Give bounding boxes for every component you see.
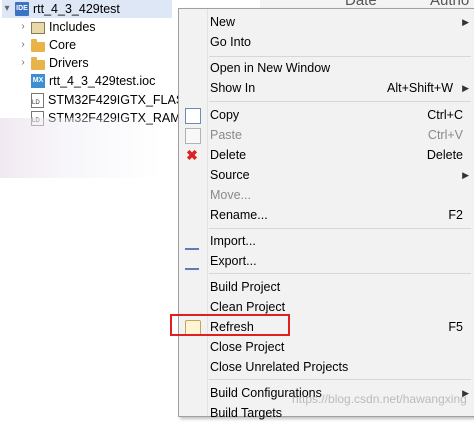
linker-file-icon: LD xyxy=(31,92,44,108)
chevron-right-icon[interactable]: › xyxy=(18,18,28,36)
menu-label: Go Into xyxy=(210,35,251,49)
tree-item-label: STM32F429IGTX_FLASH. xyxy=(48,93,197,107)
menu-shortcut: Ctrl+C xyxy=(427,108,463,122)
menu-item-build-project[interactable]: Build Project xyxy=(179,277,474,297)
tree-item-drivers[interactable]: › Drivers xyxy=(18,54,89,72)
menu-label: Build Targets xyxy=(210,406,283,420)
context-menu: New ▶ Go Into Open in New Window Show In… xyxy=(178,8,474,420)
includes-icon xyxy=(31,22,45,34)
tree-item-label: Includes xyxy=(49,20,96,34)
delete-x-icon: ✖ xyxy=(186,147,198,163)
menu-item-export[interactable]: Export... xyxy=(179,251,474,271)
refresh-highlight-box xyxy=(170,314,290,336)
menu-item-copy[interactable]: Copy Ctrl+C xyxy=(179,105,474,125)
menu-separator xyxy=(209,56,471,57)
menu-separator xyxy=(209,101,471,102)
menu-item-close-unrelated[interactable]: Close Unrelated Projects xyxy=(179,357,474,377)
folder-icon xyxy=(31,38,45,52)
menu-separator xyxy=(209,273,471,274)
mx-file-icon: MX xyxy=(31,74,45,88)
menu-label: Open in New Window xyxy=(210,61,331,75)
menu-label: Import... xyxy=(210,234,256,248)
menu-separator xyxy=(209,379,471,380)
menu-label: Copy xyxy=(210,108,240,122)
menu-item-rename[interactable]: Rename... F2 xyxy=(179,205,474,225)
menu-label: Build Project xyxy=(210,280,281,294)
export-icon xyxy=(185,254,199,270)
import-icon xyxy=(185,234,199,250)
menu-label: New xyxy=(210,15,236,29)
menu-label: Show In xyxy=(210,81,256,95)
tree-item-core[interactable]: › Core xyxy=(18,36,76,54)
tree-item-project[interactable]: ▾ IDE rtt_4_3_429test xyxy=(2,0,172,18)
menu-item-show-in[interactable]: Show In Alt+Shift+W ▶ xyxy=(179,78,474,98)
menu-item-paste[interactable]: Paste Ctrl+V xyxy=(179,125,474,145)
menu-label: Delete xyxy=(210,148,247,162)
submenu-arrow-icon: ▶ xyxy=(462,17,469,27)
menu-shortcut: F5 xyxy=(448,320,463,334)
project-explorer: ▾ IDE rtt_4_3_429test › Includes › Core … xyxy=(0,0,197,415)
folder-icon xyxy=(31,56,45,70)
tree-item-label: Core xyxy=(49,38,77,52)
menu-separator xyxy=(209,228,471,229)
menu-item-go-into[interactable]: Go Into xyxy=(179,32,474,52)
tree-item-flash-ld[interactable]: LD STM32F429IGTX_FLASH. xyxy=(31,91,197,109)
menu-label: Paste xyxy=(210,128,242,142)
menu-shortcut: Delete xyxy=(426,148,463,162)
menu-label: Source xyxy=(210,168,250,182)
blurred-region xyxy=(0,118,180,178)
menu-label: Close Project xyxy=(210,340,285,354)
menu-label: Export... xyxy=(210,254,257,268)
menu-label: Move... xyxy=(210,188,251,202)
project-name: rtt_4_3_429test xyxy=(33,2,120,16)
tree-item-ioc[interactable]: MX rtt_4_3_429test.ioc xyxy=(31,72,155,90)
menu-item-source[interactable]: Source ▶ xyxy=(179,165,474,185)
menu-shortcut: F2 xyxy=(448,208,463,222)
paste-icon xyxy=(185,128,201,144)
menu-shortcut: Ctrl+V xyxy=(427,128,463,142)
menu-shortcut: Alt+Shift+W xyxy=(387,81,453,95)
menu-label: Rename... xyxy=(210,208,268,222)
menu-item-close-project[interactable]: Close Project xyxy=(179,337,474,357)
menu-item-import[interactable]: Import... xyxy=(179,231,474,251)
menu-item-new[interactable]: New ▶ xyxy=(179,12,474,32)
chevron-down-icon[interactable]: ▾ xyxy=(2,0,12,18)
tree-item-includes[interactable]: › Includes xyxy=(18,18,96,36)
menu-item-move[interactable]: Move... xyxy=(179,185,474,205)
tree-item-label: Drivers xyxy=(49,56,89,70)
watermark-text: https://blog.csdn.net/hawangxing xyxy=(292,392,467,406)
ide-project-icon: IDE xyxy=(15,2,29,16)
menu-item-open-new-window[interactable]: Open in New Window xyxy=(179,58,474,78)
chevron-right-icon[interactable]: › xyxy=(18,36,28,54)
submenu-arrow-icon: ▶ xyxy=(462,170,469,180)
chevron-right-icon[interactable]: › xyxy=(18,54,28,72)
copy-icon xyxy=(185,108,201,124)
menu-item-delete[interactable]: ✖ Delete Delete xyxy=(179,145,474,165)
submenu-arrow-icon: ▶ xyxy=(462,83,469,93)
menu-item-build-targets[interactable]: Build Targets xyxy=(179,403,474,423)
menu-label: Close Unrelated Projects xyxy=(210,360,349,374)
tree-item-label: rtt_4_3_429test.ioc xyxy=(49,74,156,88)
